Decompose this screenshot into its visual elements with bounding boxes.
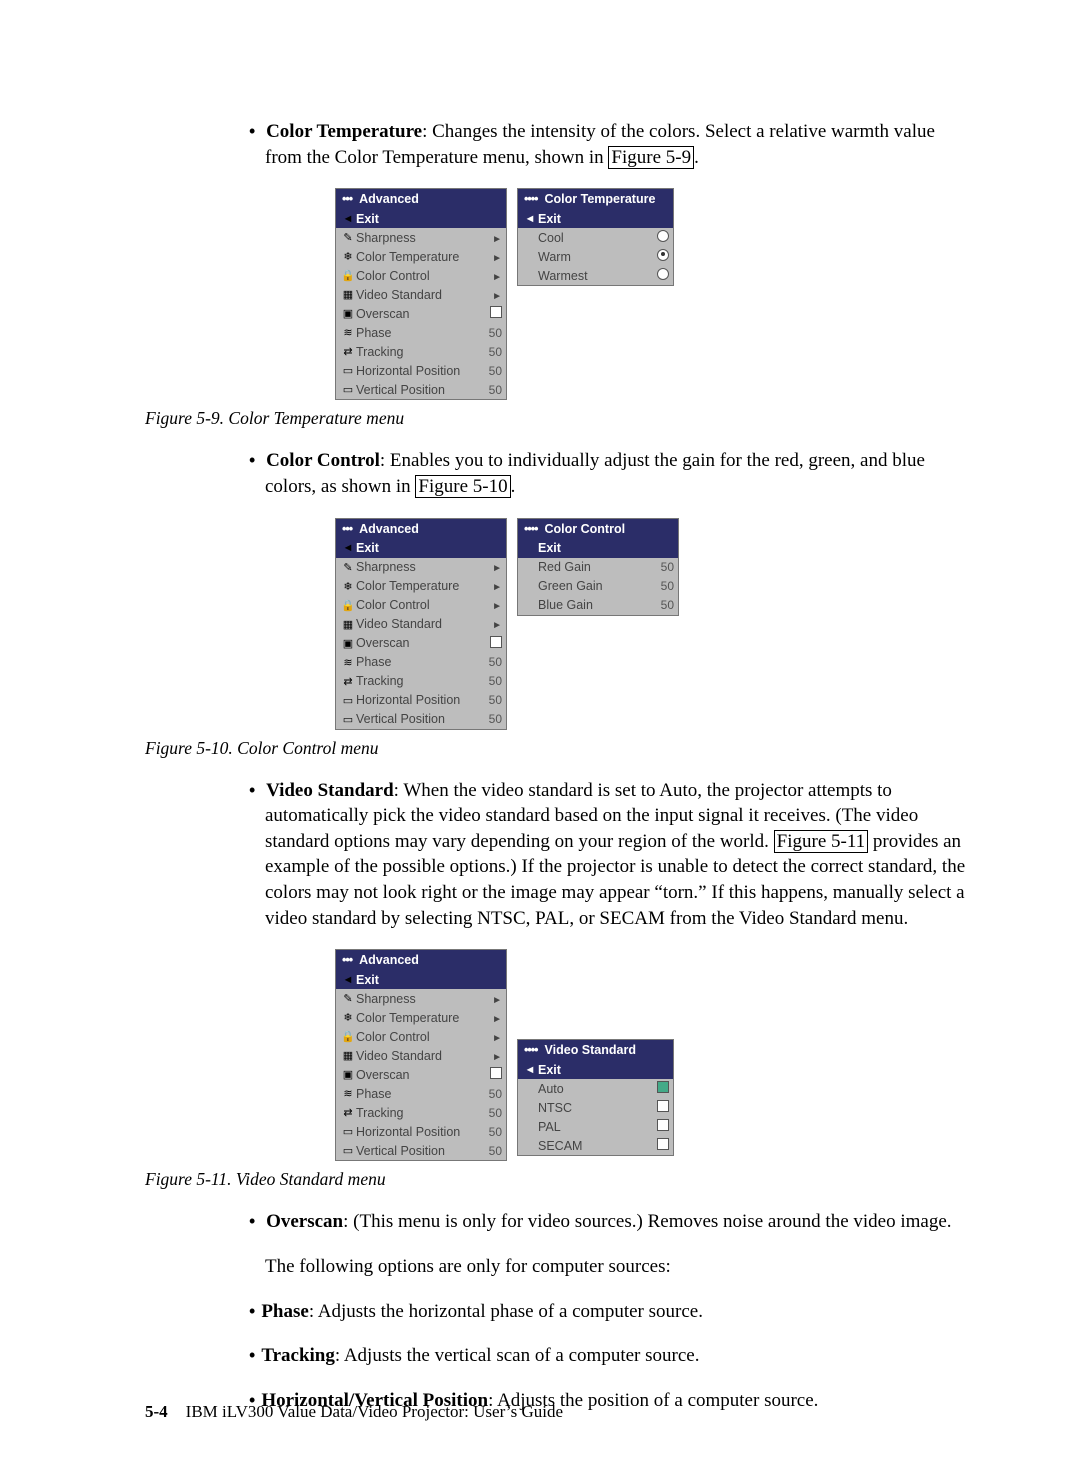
figure-5-10: •••Advanced◄Exit✎Sharpness►❄Color Temper… [335, 518, 970, 730]
note-computer-sources: The following options are only for compu… [265, 1254, 970, 1280]
color-temperature-submenu: ••••Color Temperature◄ExitCoolWarmWarmes… [517, 188, 674, 286]
figure-5-9: •••Advanced◄Exit✎Sharpness►❄Color Temper… [335, 188, 970, 400]
item-video-standard: • Video Standard: When the video standar… [265, 778, 970, 932]
link-figure-5-10[interactable]: Figure 5-10 [415, 475, 510, 498]
video-standard-submenu: ••••Video Standard◄ExitAutoNTSCPALSECAM [517, 1039, 674, 1156]
item-color-control: • Color Control: Enables you to individu… [265, 448, 970, 499]
item-overscan: • Overscan: (This menu is only for video… [265, 1209, 970, 1235]
caption-5-9: Figure 5-9. Color Temperature menu [145, 408, 970, 429]
color-control-submenu: ••••Color ControlExitRed Gain50Green Gai… [517, 518, 679, 616]
advanced-panel: •••Advanced◄Exit✎Sharpness►❄Color Temper… [335, 518, 507, 730]
item-tracking: •Tracking: Adjusts the vertical scan of … [265, 1343, 970, 1369]
item-phase: •Phase: Adjusts the horizontal phase of … [265, 1299, 970, 1325]
item-color-temperature: • Color Temperature: Changes the intensi… [265, 119, 970, 170]
advanced-panel: •••Advanced◄Exit✎Sharpness►❄Color Temper… [335, 949, 507, 1161]
link-figure-5-11[interactable]: Figure 5-11 [774, 830, 868, 853]
caption-5-10: Figure 5-10. Color Control menu [145, 738, 970, 759]
page-footer: 5-4IBM iLV300 Value Data/Video Projector… [145, 1402, 563, 1422]
figure-5-11: •••Advanced◄Exit✎Sharpness►❄Color Temper… [335, 949, 970, 1161]
link-figure-5-9[interactable]: Figure 5-9 [608, 146, 694, 169]
advanced-panel: •••Advanced◄Exit✎Sharpness►❄Color Temper… [335, 188, 507, 400]
caption-5-11: Figure 5-11. Video Standard menu [145, 1169, 970, 1190]
